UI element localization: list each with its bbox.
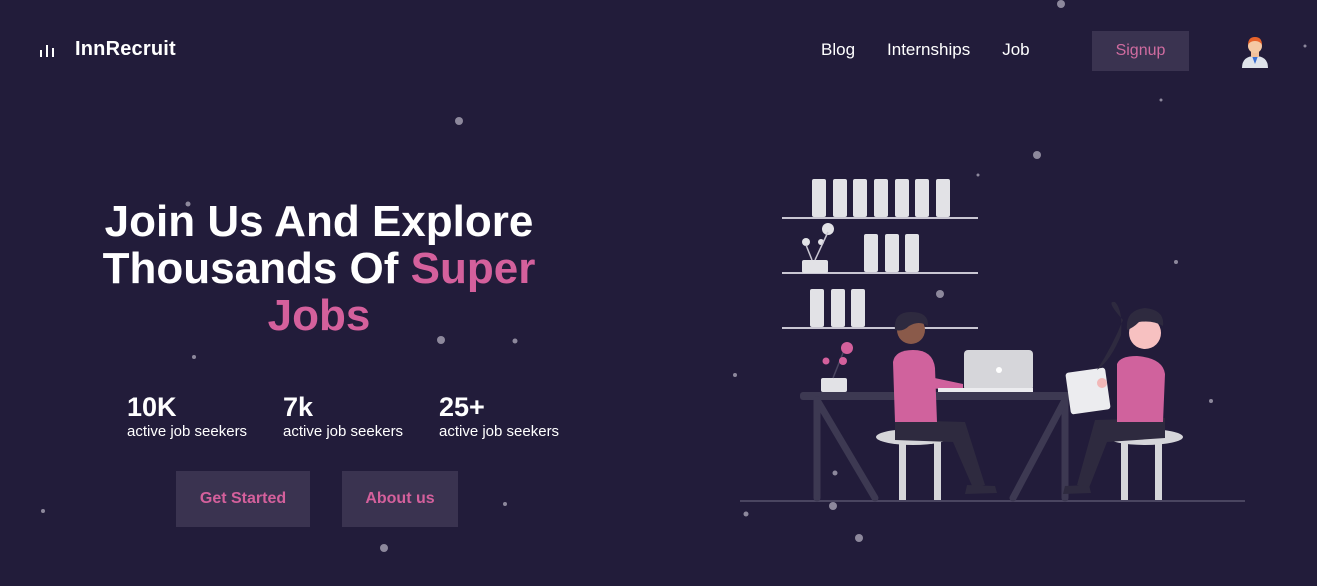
stat-value: 10K — [127, 392, 177, 422]
brand-name: InnRecruit — [75, 38, 176, 60]
top-header: InnRecruit Blog Internships Job Signup — [0, 0, 1317, 100]
stat-item: 25+ active job seekers — [439, 392, 595, 442]
hero-title-highlight-2: Jobs — [267, 291, 371, 340]
hero-title-highlight-1: Super — [410, 244, 536, 293]
stat-label: active job seekers — [439, 423, 560, 440]
stat-value: 7k — [283, 392, 314, 422]
nav-link-blog[interactable]: Blog — [821, 40, 855, 60]
main-nav: Blog Internships Job — [821, 40, 1062, 60]
stat-value: 25+ — [439, 392, 485, 422]
nav-link-internships[interactable]: Internships — [887, 40, 970, 60]
get-started-button[interactable]: Get Started — [176, 471, 310, 527]
about-us-button[interactable]: About us — [342, 471, 458, 527]
stats-row: 10K active job seekers 7k active job see… — [127, 392, 595, 442]
stat-item: 7k active job seekers — [283, 392, 439, 442]
bar-chart-icon — [40, 44, 54, 57]
user-avatar-icon[interactable] — [1240, 34, 1270, 68]
stat-item: 10K active job seekers — [127, 392, 283, 442]
hero-title-line1: Join Us And Explore — [104, 197, 534, 246]
hero-title-line2: Thousands Of — [102, 244, 411, 293]
stat-label: active job seekers — [127, 423, 248, 440]
hero-title: Join Us And Explore Thousands Of Super J… — [80, 198, 558, 339]
office-illustration — [740, 179, 1245, 502]
signup-button[interactable]: Signup — [1092, 31, 1189, 71]
stat-label: active job seekers — [283, 423, 404, 440]
brand[interactable]: InnRecruit — [39, 38, 176, 61]
nav-link-job[interactable]: Job — [1002, 40, 1029, 60]
